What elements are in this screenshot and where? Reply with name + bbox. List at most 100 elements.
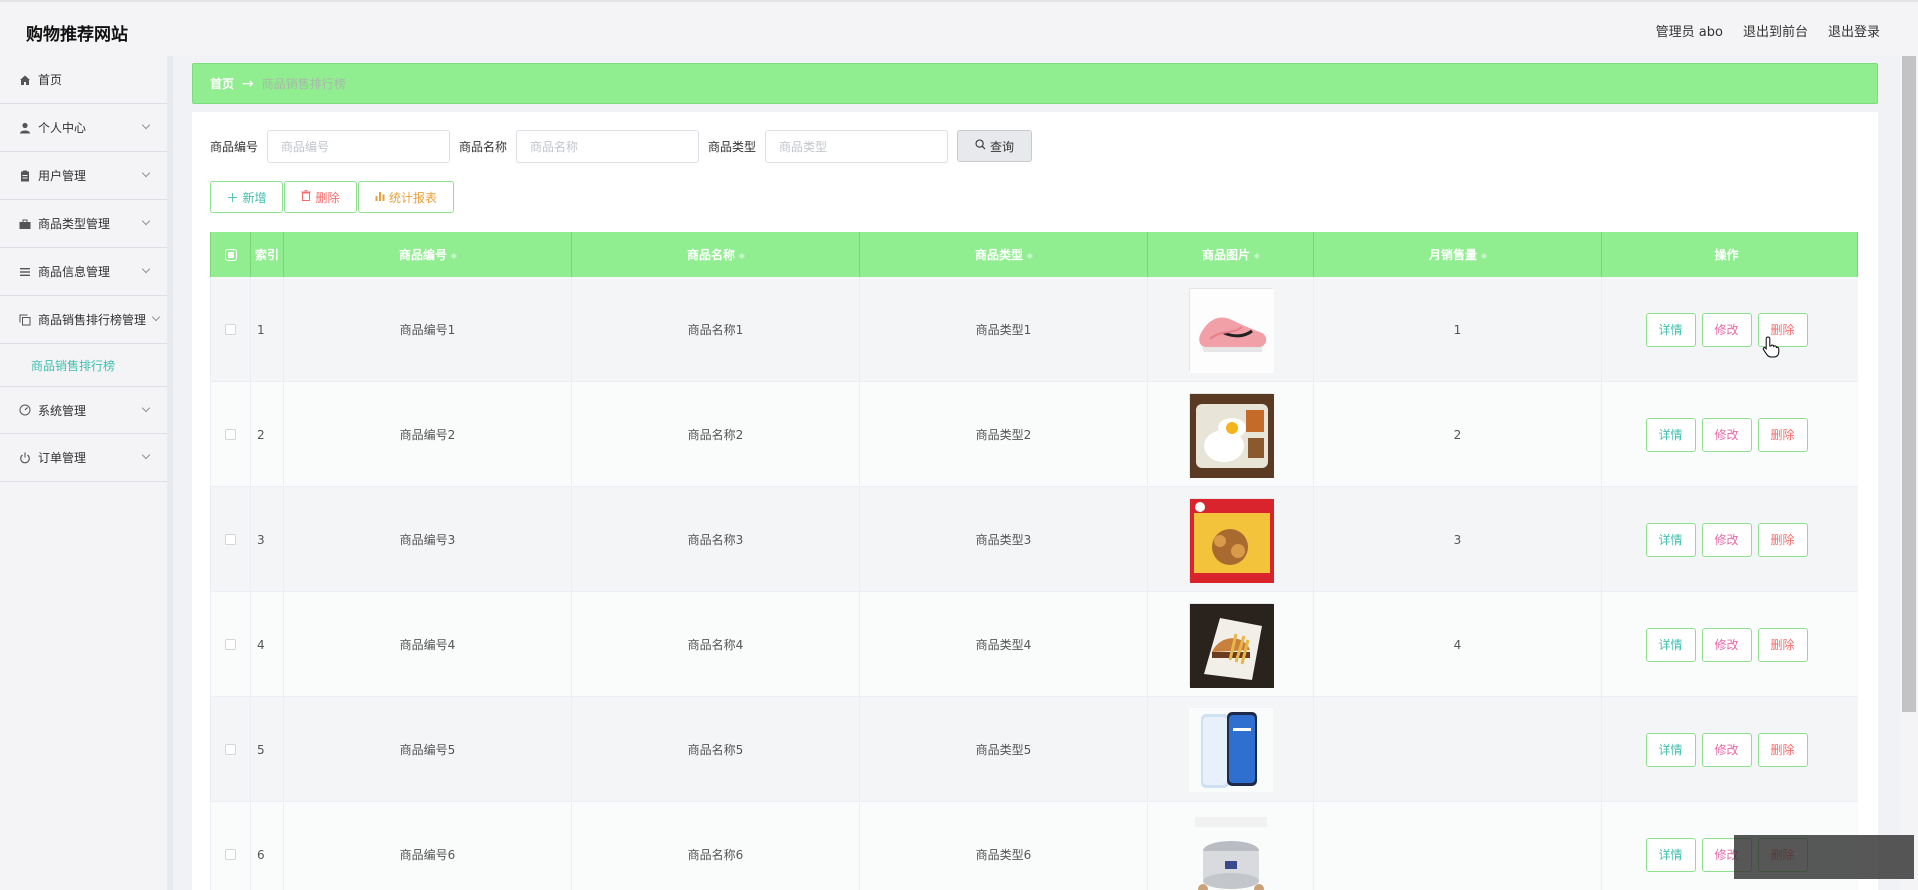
edit-button[interactable]: 修改 <box>1701 417 1752 452</box>
scrollbar-thumb[interactable] <box>1902 56 1916 712</box>
add-button[interactable]: ＋ 新增 <box>210 181 283 213</box>
logout-link[interactable]: 退出登录 <box>1828 21 1880 40</box>
sidebar: 首页 个人中心 用户管理 商品类型管理 商品信息管理 商品销售排行榜管理 商品销… <box>0 56 167 890</box>
sidebar-item-order-management[interactable]: 订单管理 <box>0 434 167 482</box>
row-monthly-sales: 1 <box>1313 277 1601 382</box>
row-monthly-sales: 2 <box>1313 382 1601 487</box>
select-all-cell <box>210 232 250 277</box>
batch-delete-button[interactable]: 删除 <box>284 181 357 213</box>
row-product-name: 商品名称1 <box>571 277 859 382</box>
column-header-monthly-sales[interactable]: 月销售量 <box>1313 232 1601 277</box>
row-product-code: 商品编号6 <box>283 802 571 890</box>
product-name-input[interactable] <box>516 129 700 163</box>
row-index: 3 <box>250 487 283 592</box>
row-checkbox[interactable] <box>225 639 236 650</box>
sort-icon[interactable] <box>1254 250 1260 260</box>
row-product-name: 商品名称3 <box>571 487 859 592</box>
product-image-bento[interactable] <box>1188 392 1274 478</box>
sidebar-item-label: 订单管理 <box>38 451 87 465</box>
breadcrumb-home-link[interactable]: 首页 <box>210 75 234 92</box>
product-code-label: 商品编号 <box>210 139 259 154</box>
sidebar-subitem-sales-ranking[interactable]: 商品销售排行榜 <box>0 344 167 386</box>
sort-icon[interactable] <box>739 250 745 260</box>
sidebar-divider <box>167 56 173 890</box>
row-checkbox[interactable] <box>225 429 236 440</box>
sort-icon[interactable] <box>451 250 457 260</box>
row-checkbox[interactable] <box>225 324 236 335</box>
select-all-checkbox[interactable] <box>224 248 237 261</box>
sidebar-item-home[interactable]: 首页 <box>0 56 167 104</box>
detail-button[interactable]: 详情 <box>1645 417 1696 452</box>
detail-button[interactable]: 详情 <box>1645 732 1696 767</box>
edit-button[interactable]: 修改 <box>1701 522 1752 557</box>
site-title: 购物推荐网站 <box>26 25 128 45</box>
delete-button[interactable]: 删除 <box>1757 627 1808 662</box>
sidebar-item-sales-ranking-management[interactable]: 商品销售排行榜管理 <box>0 296 167 344</box>
table-row: 4 商品编号4 商品名称4 商品类型4 4 详情 修改 删除 <box>210 592 1858 697</box>
admin-label: 管理员 abo <box>1655 25 1723 40</box>
product-image-sneaker[interactable] <box>1188 287 1274 373</box>
row-product-type: 商品类型3 <box>859 487 1147 592</box>
row-monthly-sales: 4 <box>1313 592 1601 697</box>
detail-button[interactable]: 详情 <box>1645 627 1696 662</box>
detail-button[interactable]: 详情 <box>1645 522 1696 557</box>
edit-button[interactable]: 修改 <box>1701 312 1752 347</box>
query-button[interactable]: 查询 <box>957 130 1033 162</box>
edit-button[interactable]: 修改 <box>1701 732 1752 767</box>
sort-icon[interactable] <box>1027 250 1033 260</box>
product-image-burger[interactable] <box>1188 602 1274 688</box>
sort-icon[interactable] <box>1481 250 1487 260</box>
clipboard-icon <box>18 169 32 183</box>
exit-to-front-link[interactable]: 退出到前台 <box>1743 21 1808 40</box>
row-product-code: 商品编号1 <box>283 277 571 382</box>
column-header-name[interactable]: 商品名称 <box>571 232 859 277</box>
detail-button[interactable]: 详情 <box>1645 312 1696 347</box>
row-index: 6 <box>250 802 283 890</box>
sidebar-item-product-type-management[interactable]: 商品类型管理 <box>0 200 167 248</box>
watermark-overlay <box>1734 835 1914 879</box>
product-image-snack-box[interactable] <box>1188 497 1274 583</box>
product-image-rice-cooker[interactable] <box>1188 812 1273 890</box>
column-header-code[interactable]: 商品编号 <box>283 232 571 277</box>
row-product-name: 商品名称2 <box>571 382 859 487</box>
power-icon <box>18 451 32 465</box>
row-monthly-sales <box>1313 697 1601 802</box>
row-checkbox[interactable] <box>225 534 236 545</box>
batch-delete-button-label: 删除 <box>315 190 340 205</box>
row-actions: 详情 修改 删除 <box>1601 592 1851 697</box>
column-header-type[interactable]: 商品类型 <box>859 232 1147 277</box>
column-header-image[interactable]: 商品图片 <box>1147 232 1313 277</box>
product-code-input[interactable] <box>267 129 451 163</box>
delete-button[interactable]: 删除 <box>1757 732 1808 767</box>
bar-chart-icon <box>375 190 385 204</box>
stats-report-button[interactable]: 统计报表 <box>358 181 454 213</box>
sidebar-item-system-management[interactable]: 系统管理 <box>0 386 167 434</box>
row-product-code: 商品编号4 <box>283 592 571 697</box>
row-actions: 详情 修改 删除 <box>1601 487 1851 592</box>
breadcrumb: 首页 → 商品销售排行榜 <box>192 63 1878 104</box>
edit-button[interactable]: 修改 <box>1701 627 1752 662</box>
delete-button[interactable]: 删除 <box>1757 417 1808 452</box>
sidebar-item-label: 商品类型管理 <box>38 217 111 231</box>
row-monthly-sales: 3 <box>1313 487 1601 592</box>
sidebar-item-product-info-management[interactable]: 商品信息管理 <box>0 248 167 296</box>
search-icon <box>975 139 986 153</box>
row-product-code: 商品编号3 <box>283 487 571 592</box>
table-row: 5 商品编号5 商品名称5 商品类型5 详情 修改 删除 <box>210 697 1858 802</box>
sidebar-item-user-management[interactable]: 用户管理 <box>0 152 167 200</box>
sidebar-item-label: 商品销售排行榜管理 <box>38 313 147 327</box>
row-index: 4 <box>250 592 283 697</box>
row-checkbox[interactable] <box>225 849 236 860</box>
product-image-smartphone[interactable] <box>1188 707 1273 792</box>
product-type-input[interactable] <box>765 129 949 163</box>
row-checkbox[interactable] <box>225 744 236 755</box>
stats-report-button-label: 统计报表 <box>388 190 437 205</box>
sales-ranking-table: 索引 商品编号 商品名称 商品类型 商品图片 月销售量 操作 1 商品编号1 商… <box>210 232 1858 890</box>
detail-button[interactable]: 详情 <box>1645 837 1696 872</box>
table-row: 1 商品编号1 商品名称1 商品类型1 1 详情 修改 删除 <box>210 277 1858 382</box>
delete-button[interactable]: 删除 <box>1757 522 1808 557</box>
row-index: 1 <box>250 277 283 382</box>
search-form: 商品编号 商品名称 商品类型 查询 <box>210 129 1033 163</box>
row-product-code: 商品编号2 <box>283 382 571 487</box>
sidebar-item-personal-center[interactable]: 个人中心 <box>0 104 167 152</box>
